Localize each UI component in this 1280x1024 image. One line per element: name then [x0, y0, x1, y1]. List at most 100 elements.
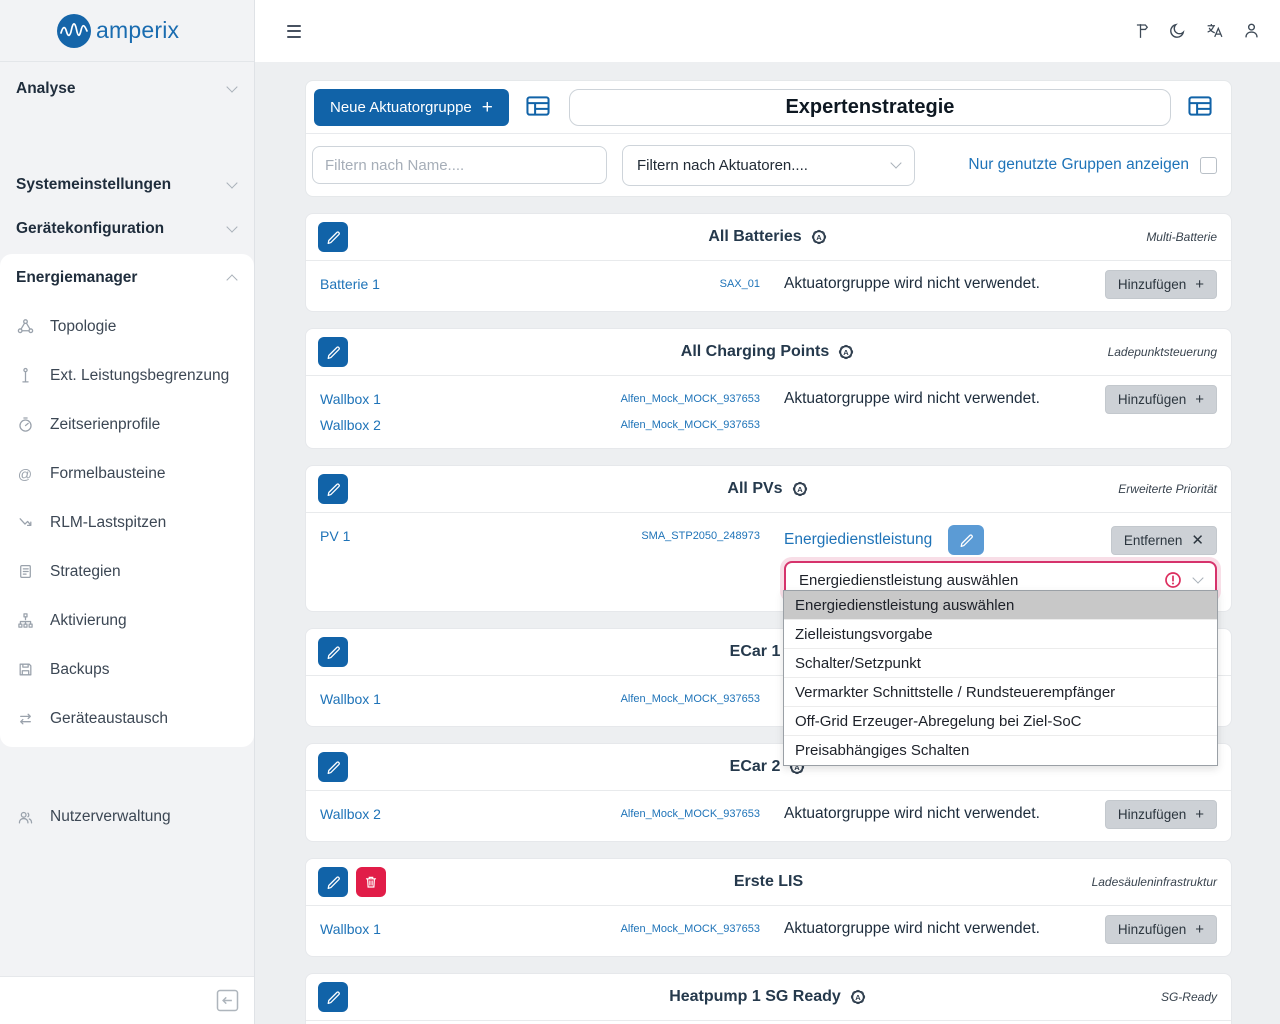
plus-icon: +: [1195, 276, 1204, 293]
actuator-names: PV 1: [320, 525, 490, 547]
strategy-list-view-icon[interactable]: [1185, 91, 1217, 123]
group-header: All PVsAErweiterte Priorität: [306, 466, 1231, 513]
only-used-groups-toggle[interactable]: Nur genutzte Gruppen anzeigen: [968, 156, 1217, 174]
device-ids: SAX_01: [514, 273, 760, 295]
device-id: Alfen_Mock_MOCK_937653: [621, 803, 760, 825]
language-icon[interactable]: [1203, 19, 1227, 43]
actuator-group-card: Erste LISLadesäuleninfrastruktur Wallbox …: [305, 858, 1232, 957]
strategy-header-card: Neue Aktuatorgruppe+ Expertenstrategie: [305, 80, 1232, 197]
dropdown-option[interactable]: Energiedienstleistung auswählen: [784, 591, 1217, 620]
group-body: Wallbox 1Alfen_Mock_MOCK_937653Aktuatorg…: [306, 906, 1231, 956]
sidebar-section-systemeinstellungen[interactable]: Systemeinstellungen: [0, 166, 254, 204]
add-button[interactable]: Hinzufügen+: [1105, 385, 1217, 414]
device-ids: Alfen_Mock_MOCK_937653: [514, 688, 760, 710]
sidebar-item-ger-teaustausch[interactable]: Geräteaustausch: [0, 694, 254, 743]
group-header: All BatteriesAMulti-Batterie: [306, 214, 1231, 261]
actuator-group-card: Heatpump 1 SG ReadyASG-ReadyWärmepumpe 1…: [305, 973, 1232, 1024]
edit-group-button[interactable]: [318, 337, 348, 367]
sidebar-item-topologie[interactable]: Topologie: [0, 302, 254, 351]
chevron-down-icon: [1192, 572, 1203, 583]
actuator-link[interactable]: Wallbox 1: [320, 918, 490, 940]
group-status: Aktuatorgruppe wird nicht verwendet.: [784, 388, 1081, 410]
sidebar-collapse-button[interactable]: [215, 988, 240, 1013]
sidebar-nav: Analyse Systemeinstellungen Gerätekonfigur…: [0, 62, 254, 976]
dropdown-option[interactable]: Zielleistungsvorgabe: [784, 620, 1217, 649]
actuator-link[interactable]: PV 1: [320, 525, 490, 547]
group-body: Batterie 1SAX_01Aktuatorgruppe wird nich…: [306, 261, 1231, 311]
group-status: Aktuatorgruppe wird nicht verwendet.: [784, 803, 1081, 825]
chevron-down-icon: [226, 81, 237, 92]
auto-gear-badge-icon: A: [809, 227, 829, 247]
edit-group-button[interactable]: [318, 982, 348, 1012]
edit-group-button[interactable]: [318, 474, 348, 504]
sidebar-item-nutzerverwaltung[interactable]: Nutzerverwaltung: [0, 793, 254, 841]
hamburger-menu-icon[interactable]: [283, 21, 305, 42]
sidebar-item-strategien[interactable]: Strategien: [0, 547, 254, 596]
actuator-names: Wallbox 1: [320, 918, 490, 940]
name-filter-input[interactable]: [312, 146, 607, 184]
edit-group-button[interactable]: [318, 222, 348, 252]
group-body: Wallbox 1 Wallbox 2 Alfen_Mock_MOCK_937653…: [306, 376, 1231, 448]
sidebar-footer: [0, 976, 254, 1024]
timeseries-icon: [16, 416, 34, 434]
group-list-view-icon[interactable]: [523, 91, 555, 123]
service-area: EnergiedienstleistungEntfernen✕Energiedi…: [784, 525, 1217, 599]
strategy-title-field[interactable]: Expertenstrategie: [569, 89, 1171, 126]
actuator-link[interactable]: Batterie 1: [320, 273, 490, 295]
sidebar-energiemanager-panel: EnergiemanagerTopologieExt. Leistungsbeg…: [0, 254, 254, 747]
edit-group-button[interactable]: [318, 637, 348, 667]
actuator-link[interactable]: Wallbox 2: [320, 414, 490, 436]
sidebar-item-zeitserienprofile[interactable]: Zeitserienprofile: [0, 400, 254, 449]
add-button[interactable]: Hinzufügen+: [1105, 915, 1217, 944]
edit-group-button[interactable]: [318, 752, 348, 782]
sidebar-item-aktivierung[interactable]: Aktivierung: [0, 596, 254, 645]
dropdown-option[interactable]: Schalter/Setzpunkt: [784, 649, 1217, 678]
sidebar-section-energiemanager[interactable]: Energiemanager: [0, 254, 254, 302]
actuator-filter-value: Filtern nach Aktuatoren....: [637, 157, 808, 174]
filter-bar: Filtern nach Aktuatoren.... Nur genutzte…: [306, 134, 1231, 196]
add-button[interactable]: Hinzufügen+: [1105, 270, 1217, 299]
new-actuator-group-button[interactable]: Neue Aktuatorgruppe+: [314, 89, 509, 126]
strategy-toolbar: Neue Aktuatorgruppe+ Expertenstrategie: [306, 81, 1231, 134]
device-ids: Alfen_Mock_MOCK_937653: [514, 918, 760, 940]
dark-mode-icon[interactable]: [1166, 19, 1190, 43]
signpost-icon[interactable]: [1129, 19, 1153, 43]
dropdown-option[interactable]: Vermarkter Schnittstelle / Rundsteueremp…: [784, 678, 1217, 707]
service-dropdown-menu: Energiedienstleistung auswählenZielleist…: [783, 590, 1218, 766]
edit-service-button[interactable]: [948, 525, 984, 555]
sidebar-item-rlm-lastspitzen[interactable]: RLM-Lastspitzen: [0, 498, 254, 547]
actuator-link[interactable]: Wallbox 1: [320, 688, 490, 710]
user-icon[interactable]: [1240, 19, 1264, 43]
sidebar-section-geraetekonfiguration[interactable]: Gerätekonfiguration: [0, 210, 254, 248]
group-header: Erste LISLadesäuleninfrastruktur: [306, 859, 1231, 906]
brand-logo[interactable]: amperix: [0, 0, 254, 62]
actuator-filter-select[interactable]: Filtern nach Aktuatoren....: [622, 145, 915, 186]
amperix-logo-icon: [56, 13, 92, 49]
sidebar: amperix Analyse Systemeinstellungen Geräte…: [0, 0, 255, 1024]
remove-service-button[interactable]: Entfernen✕: [1111, 526, 1217, 555]
content: Neue Aktuatorgruppe+ Expertenstrategie: [255, 62, 1280, 1024]
sidebar-item-backups[interactable]: Backups: [0, 645, 254, 694]
plus-icon: +: [1195, 391, 1204, 408]
edit-group-button[interactable]: [318, 867, 348, 897]
formula-icon: @: [16, 465, 34, 483]
actuator-link[interactable]: Wallbox 2: [320, 803, 490, 825]
group-header: Heatpump 1 SG ReadyASG-Ready: [306, 974, 1231, 1021]
dropdown-option[interactable]: Preisabhängiges Schalten: [784, 736, 1217, 765]
group-title: All Charging PointsA: [306, 329, 1231, 375]
svg-text:A: A: [797, 485, 803, 494]
actuator-names: Batterie 1: [320, 273, 490, 295]
device-ids: Alfen_Mock_MOCK_937653Alfen_Mock_MOCK_93…: [514, 388, 760, 436]
actuator-link[interactable]: Wallbox 1: [320, 388, 490, 410]
delete-group-button[interactable]: [356, 867, 386, 897]
service-link[interactable]: Energiedienstleistung: [784, 531, 932, 549]
dropdown-option[interactable]: Off-Grid Erzeuger-Abregelung bei Ziel-So…: [784, 707, 1217, 736]
only-used-checkbox[interactable]: [1200, 157, 1217, 174]
add-button[interactable]: Hinzufügen+: [1105, 800, 1217, 829]
sidebar-section-analyse[interactable]: Analyse: [0, 70, 254, 108]
sidebar-item-ext-leistungsbegrenzung[interactable]: Ext. Leistungsbegrenzung: [0, 351, 254, 400]
sidebar-item-formelbausteine[interactable]: @Formelbausteine: [0, 449, 254, 498]
device-id: Alfen_Mock_MOCK_937653: [621, 918, 760, 940]
svg-text:A: A: [844, 348, 850, 357]
device-id: Alfen_Mock_MOCK_937653: [621, 388, 760, 410]
